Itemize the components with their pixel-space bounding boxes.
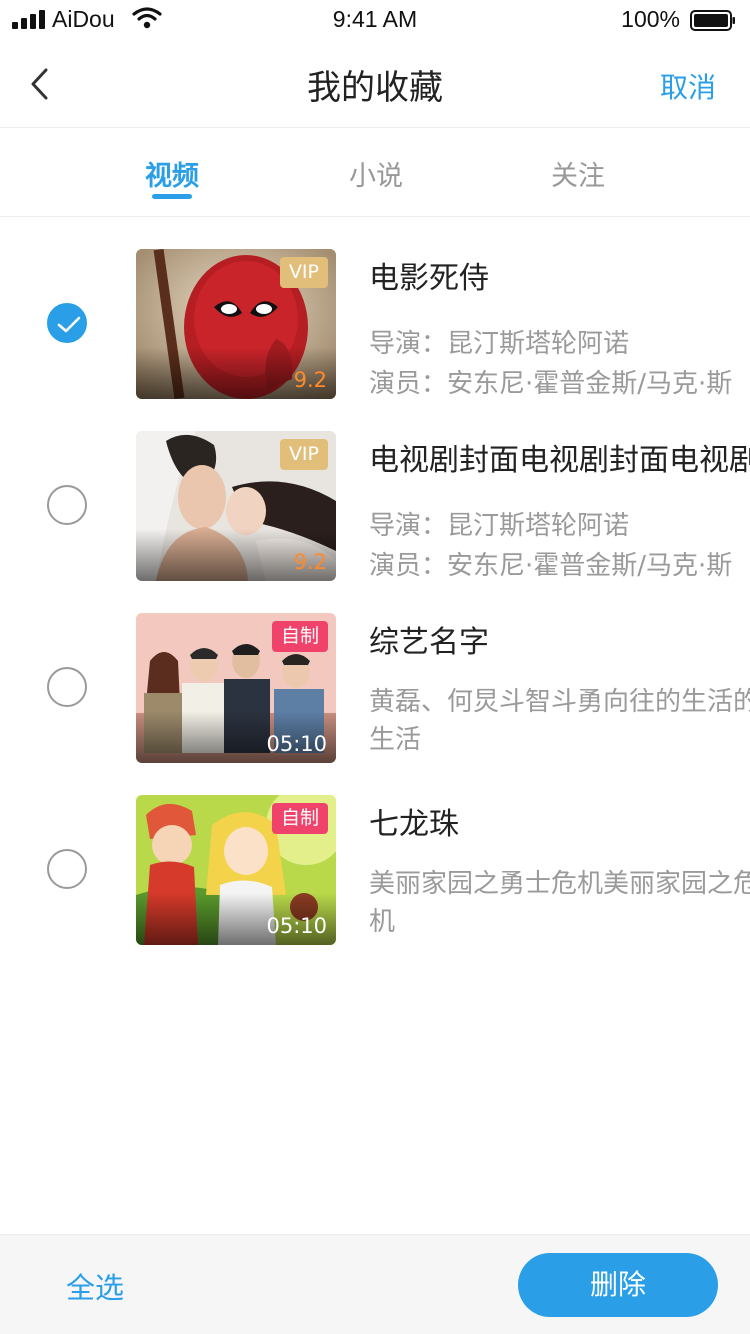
item-description: 美丽家园之勇士危机美丽家园之危机 [369, 869, 750, 937]
list-item[interactable]: 自制 05:10 七龙珠 美丽家园之勇士危机美丽家园之危机 [0, 795, 750, 977]
battery-percent: 100% [621, 6, 680, 32]
item-title: 综艺名字 [369, 625, 489, 660]
cast-text: 演员：安东尼·霍普金斯/马克·斯 [369, 369, 733, 399]
page-title: 我的收藏 [307, 68, 443, 108]
select-all-button[interactable]: 全选 [66, 1265, 124, 1307]
tab-label: 视频 [145, 161, 199, 192]
favorites-list: VIP 9.2 电影死侍 导演：昆汀斯塔轮阿诺 演员：安东尼·霍普金斯/马克·斯 [0, 249, 750, 977]
item-info: 电影死侍 导演：昆汀斯塔轮阿诺 演员：安东尼·霍普金斯/马克·斯 [369, 249, 750, 399]
score-label: 9.2 [293, 550, 327, 574]
director-text: 导演：昆汀斯塔轮阿诺 [369, 329, 630, 359]
item-info: 七龙珠 美丽家园之勇士危机美丽家园之危机 [369, 795, 750, 945]
score-label: 9.2 [293, 368, 327, 392]
select-checkbox[interactable] [47, 849, 87, 889]
tab-video[interactable]: 视频 [122, 154, 222, 199]
duration-label: 05:10 [266, 732, 327, 756]
favorites-page: AiDou 9:41 AM 100% 我的收藏 取消 视频 小说 关注 VIP … [0, 0, 750, 1334]
list-item[interactable]: VIP 9.2 电视剧封面电视剧封面电视剧 导演：昆汀斯塔轮阿诺 演员：安东尼·… [0, 431, 750, 613]
select-checkbox[interactable] [47, 303, 87, 343]
director-text: 导演：昆汀斯塔轮阿诺 [369, 511, 630, 541]
category-tabs: 视频 小说 关注 [0, 128, 750, 217]
tab-follow[interactable]: 关注 [528, 154, 628, 193]
battery-icon [690, 10, 735, 31]
tab-label: 小说 [349, 161, 403, 192]
nav-bar: 我的收藏 取消 [0, 40, 750, 128]
active-tab-indicator [152, 194, 192, 199]
select-checkbox[interactable] [47, 485, 87, 525]
video-thumbnail[interactable]: VIP 9.2 [136, 249, 336, 399]
vip-badge: VIP [279, 439, 328, 470]
self-made-badge: 自制 [271, 621, 328, 652]
checkmark-icon [57, 316, 81, 333]
video-thumbnail[interactable]: 自制 05:10 [136, 795, 336, 945]
tab-label: 关注 [551, 161, 605, 192]
item-title: 七龙珠 [369, 807, 459, 842]
cancel-button[interactable]: 取消 [660, 66, 716, 106]
list-item[interactable]: 自制 05:10 综艺名字 黄磊、何炅斗智斗勇向往的生活的生活 [0, 613, 750, 795]
item-description: 黄磊、何炅斗智斗勇向往的生活的生活 [369, 687, 750, 755]
item-info: 电视剧封面电视剧封面电视剧 导演：昆汀斯塔轮阿诺 演员：安东尼·霍普金斯/马克·… [369, 431, 750, 581]
item-title: 电视剧封面电视剧封面电视剧 [369, 443, 750, 478]
self-made-badge: 自制 [271, 803, 328, 834]
vip-badge: VIP [279, 257, 328, 288]
video-thumbnail[interactable]: VIP 9.2 [136, 431, 336, 581]
item-info: 综艺名字 黄磊、何炅斗智斗勇向往的生活的生活 [369, 613, 750, 763]
list-item[interactable]: VIP 9.2 电影死侍 导演：昆汀斯塔轮阿诺 演员：安东尼·霍普金斯/马克·斯 [0, 249, 750, 431]
status-bar: AiDou 9:41 AM 100% [0, 0, 750, 40]
bottom-action-bar: 全选 删除 [0, 1234, 750, 1334]
delete-button[interactable]: 删除 [518, 1253, 718, 1317]
item-title: 电影死侍 [369, 261, 489, 296]
cast-text: 演员：安东尼·霍普金斯/马克·斯 [369, 551, 733, 581]
select-checkbox[interactable] [47, 667, 87, 707]
duration-label: 05:10 [266, 914, 327, 938]
tab-novel[interactable]: 小说 [326, 154, 426, 193]
video-thumbnail[interactable]: 自制 05:10 [136, 613, 336, 763]
